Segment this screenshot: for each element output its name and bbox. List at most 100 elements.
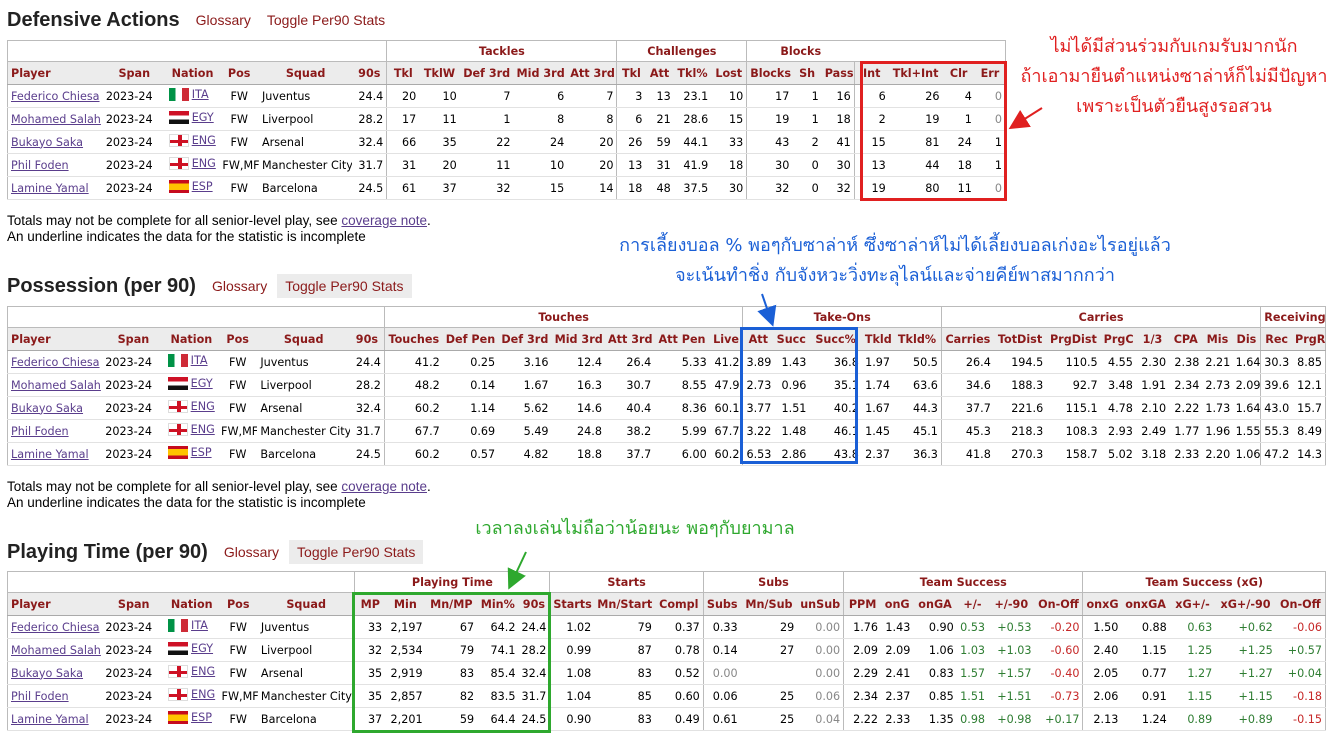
- column-header-nation[interactable]: Nation: [164, 327, 219, 351]
- glossary-link[interactable]: Glossary: [212, 274, 267, 298]
- column-header-plus-90[interactable]: +/-90: [988, 592, 1035, 616]
- player-link[interactable]: Lamine Yamal: [11, 182, 89, 195]
- column-header-att-3rd[interactable]: Att 3rd: [604, 327, 655, 351]
- column-header-mn-mp[interactable]: Mn/MP: [425, 592, 478, 616]
- column-header-totdist[interactable]: TotDist: [993, 327, 1047, 351]
- column-header-90s[interactable]: 90s: [350, 327, 385, 351]
- column-header-mn-start[interactable]: Mn/Start: [594, 592, 655, 616]
- player-link[interactable]: Mohamed Salah: [11, 113, 101, 126]
- nation-link[interactable]: ENG: [191, 400, 215, 413]
- column-header-tkl[interactable]: Tkl: [386, 61, 420, 85]
- column-header-tkldpct[interactable]: Tkld%: [893, 327, 942, 351]
- column-header-nation[interactable]: Nation: [165, 61, 220, 85]
- player-link[interactable]: Mohamed Salah: [11, 379, 101, 392]
- column-header-def-3rd[interactable]: Def 3rd: [498, 327, 552, 351]
- column-header-span[interactable]: Span: [102, 592, 166, 616]
- player-link[interactable]: Phil Foden: [11, 425, 69, 438]
- player-link[interactable]: Federico Chiesa: [11, 621, 100, 634]
- nation-link[interactable]: ITA: [192, 88, 209, 101]
- column-header-player[interactable]: Player: [7, 592, 103, 616]
- column-header-lost[interactable]: Lost: [711, 61, 747, 85]
- column-header-cpa[interactable]: CPA: [1169, 327, 1203, 351]
- player-link[interactable]: Bukayo Saka: [11, 136, 83, 149]
- column-header-def-pen[interactable]: Def Pen: [442, 327, 499, 351]
- nation-link[interactable]: ENG: [192, 134, 216, 147]
- glossary-link[interactable]: Glossary: [196, 8, 251, 32]
- column-header-minpct[interactable]: Min%: [477, 592, 519, 616]
- coverage-note-link[interactable]: coverage note: [341, 213, 427, 228]
- column-header-squad[interactable]: Squad: [257, 327, 351, 351]
- column-header-prgc[interactable]: PrgC: [1100, 327, 1136, 351]
- column-header-att[interactable]: Att: [742, 327, 774, 351]
- column-header-squad[interactable]: Squad: [257, 592, 355, 616]
- column-header-min[interactable]: Min: [385, 592, 426, 616]
- player-link[interactable]: Phil Foden: [11, 690, 69, 703]
- column-header-carries[interactable]: Carries: [940, 327, 994, 351]
- nation-link[interactable]: ESP: [192, 180, 213, 193]
- player-link[interactable]: Mohamed Salah: [11, 644, 101, 657]
- player-link[interactable]: Lamine Yamal: [11, 713, 89, 726]
- column-header-xgplus-90[interactable]: xG+/-90: [1215, 592, 1276, 616]
- column-header-tkld[interactable]: Tkld: [861, 327, 894, 351]
- column-header-tkl[interactable]: Tkl: [616, 61, 646, 85]
- column-header-on-off[interactable]: On-Off: [1275, 592, 1326, 616]
- column-header-touches[interactable]: Touches: [383, 327, 443, 351]
- column-header-rec[interactable]: Rec: [1260, 327, 1292, 351]
- column-header-xgplus[interactable]: xG+/-: [1169, 592, 1216, 616]
- toggle-per90-button[interactable]: Toggle Per90 Stats: [267, 8, 385, 32]
- nation-link[interactable]: ENG: [191, 423, 215, 436]
- nation-link[interactable]: ENG: [192, 157, 216, 170]
- column-header-live[interactable]: Live: [709, 327, 743, 351]
- column-header-prgdist[interactable]: PrgDist: [1046, 327, 1101, 351]
- column-header-pos[interactable]: Pos: [218, 592, 258, 616]
- column-header-sh[interactable]: Sh: [792, 61, 822, 85]
- column-header-mn-sub[interactable]: Mn/Sub: [740, 592, 798, 616]
- nation-link[interactable]: EGY: [191, 377, 213, 390]
- column-header-tklpct[interactable]: Tkl%: [673, 61, 712, 85]
- column-header-subs[interactable]: Subs: [702, 592, 741, 616]
- column-header-mid-3rd[interactable]: Mid 3rd: [513, 61, 568, 85]
- column-header-onxg[interactable]: onxG: [1082, 592, 1122, 616]
- player-link[interactable]: Lamine Yamal: [11, 448, 89, 461]
- nation-link[interactable]: ESP: [191, 711, 212, 724]
- column-header-on-off[interactable]: On-Off: [1034, 592, 1083, 616]
- player-link[interactable]: Bukayo Saka: [11, 667, 83, 680]
- column-header-att-3rd[interactable]: Att 3rd: [567, 61, 617, 85]
- column-header-pos[interactable]: Pos: [218, 327, 258, 351]
- column-header-1-3[interactable]: 1/3: [1135, 327, 1170, 351]
- player-link[interactable]: Bukayo Saka: [11, 402, 83, 415]
- nation-link[interactable]: ITA: [191, 354, 208, 367]
- column-header-tklplusint[interactable]: Tkl+Int: [888, 61, 943, 85]
- column-header-att-pen[interactable]: Att Pen: [654, 327, 710, 351]
- nation-link[interactable]: ESP: [191, 446, 212, 459]
- column-header-succ[interactable]: Succ: [773, 327, 810, 351]
- player-link[interactable]: Phil Foden: [11, 159, 69, 172]
- player-link[interactable]: Federico Chiesa: [11, 356, 100, 369]
- column-header-starts[interactable]: Starts: [549, 592, 595, 616]
- glossary-link[interactable]: Glossary: [224, 540, 279, 564]
- column-header-onga[interactable]: onGA: [913, 592, 957, 616]
- column-header-dis[interactable]: Dis: [1232, 327, 1261, 351]
- column-header-mid-3rd[interactable]: Mid 3rd: [551, 327, 605, 351]
- column-header-prgr[interactable]: PrgR: [1292, 327, 1326, 351]
- column-header-pass[interactable]: Pass: [821, 61, 855, 85]
- column-header-90s[interactable]: 90s: [518, 592, 550, 616]
- column-header-succpct[interactable]: Succ%: [809, 327, 862, 351]
- column-header-player[interactable]: Player: [7, 61, 103, 85]
- column-header-squad[interactable]: Squad: [258, 61, 353, 85]
- nation-link[interactable]: EGY: [191, 642, 213, 655]
- toggle-per90-button[interactable]: Toggle Per90 Stats: [277, 274, 412, 298]
- column-header-onxga[interactable]: onxGA: [1121, 592, 1170, 616]
- column-header-compl[interactable]: Compl: [654, 592, 704, 616]
- toggle-per90-button[interactable]: Toggle Per90 Stats: [289, 540, 424, 564]
- column-header-unsub[interactable]: unSub: [797, 592, 844, 616]
- nation-link[interactable]: EGY: [192, 111, 214, 124]
- column-header-span[interactable]: Span: [102, 61, 166, 85]
- nation-link[interactable]: ENG: [191, 688, 215, 701]
- nation-link[interactable]: ITA: [191, 619, 208, 632]
- coverage-note-link[interactable]: coverage note: [341, 479, 427, 494]
- column-header-plus[interactable]: +/-: [956, 592, 989, 616]
- column-header-ong[interactable]: onG: [881, 592, 914, 616]
- column-header-ppm[interactable]: PPM: [843, 592, 882, 616]
- column-header-tklw[interactable]: TklW: [419, 61, 460, 85]
